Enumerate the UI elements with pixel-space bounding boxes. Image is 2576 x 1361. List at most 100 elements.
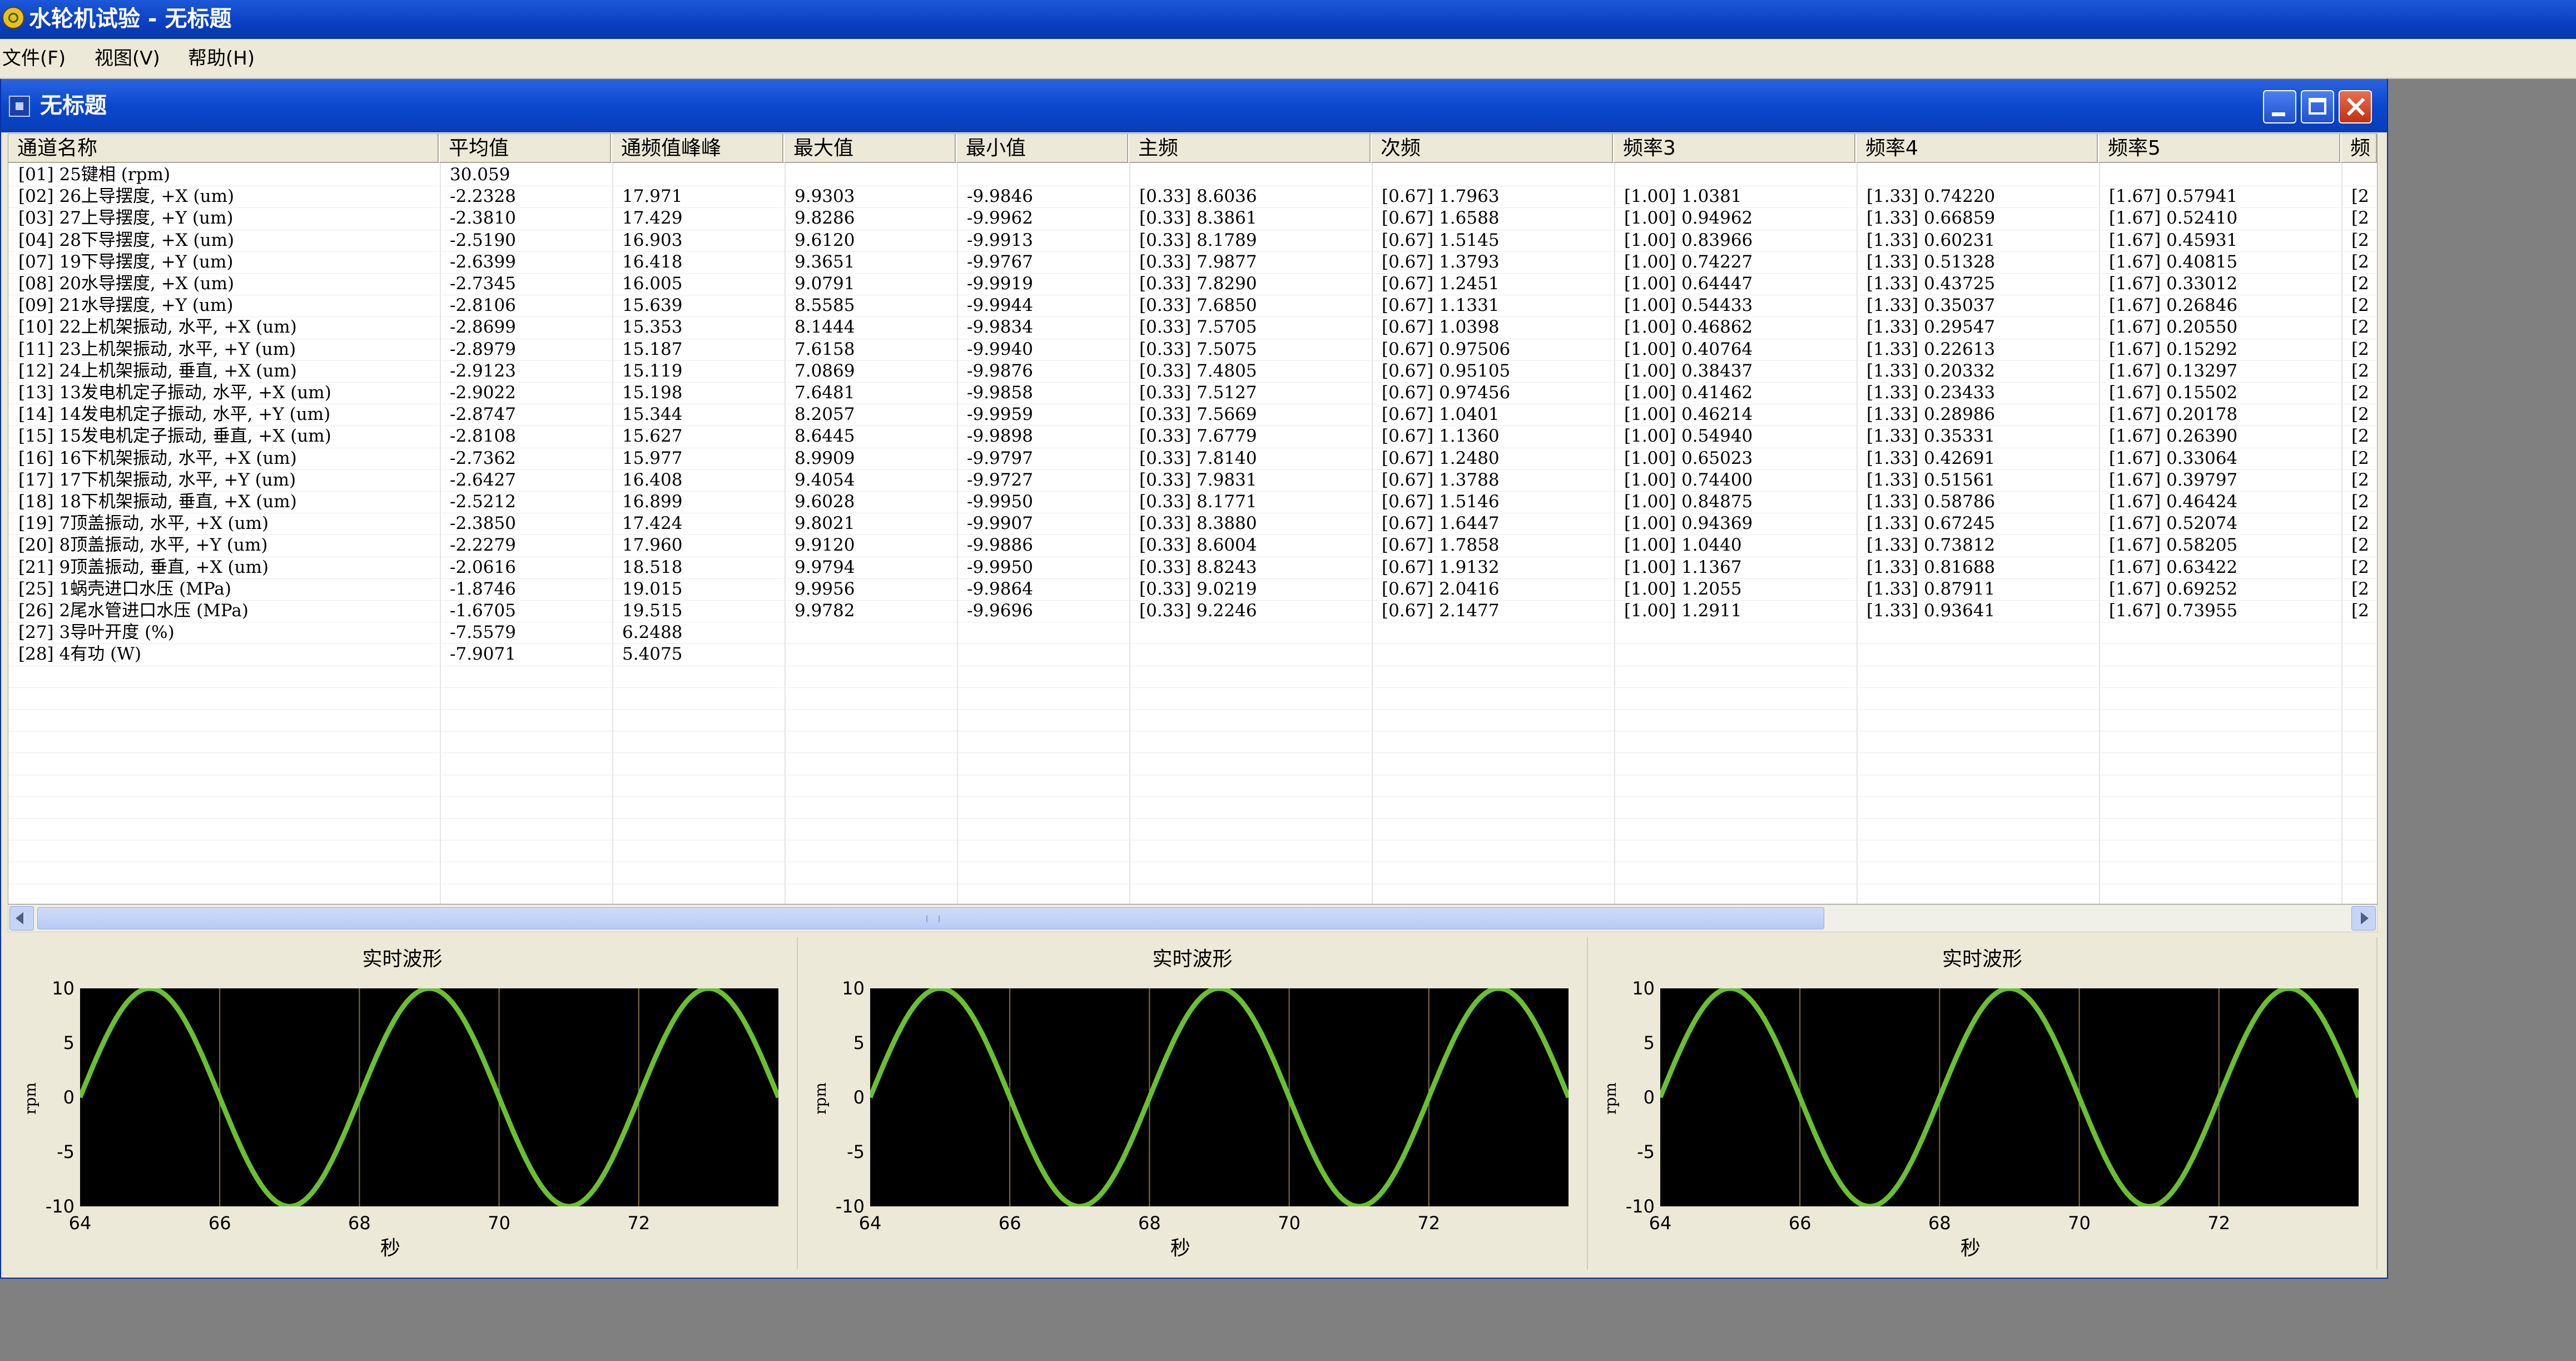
chart-title: 实时波形 [362,948,443,971]
table-row[interactable]: [26] 2尾水管进口水压 (MPa) -1.6705 19.515 9.9782 -9… [8,600,2377,622]
cell-maximum: 9.8021 [795,513,855,534]
x-tick-label: 68 [1928,1212,1951,1234]
cell-freq-4: [1.33] 0.35331 [1867,426,1996,447]
column-header-main-freq[interactable]: 主频 [1129,134,1372,163]
channel-data-table[interactable]: 通道名称 平均值 通频值峰峰 最大值 最小值 主频 次频 频率3 频率4 频率5 频 [01] 25键… [8,133,2378,904]
cell-minimum: -9.9864 [967,578,1033,599]
table-row[interactable]: [28] 4有功 (W) -7.9071 5.4075 [8,644,2377,665]
column-header-freq-6[interactable]: 频 [2341,134,2377,163]
menu-bar: 文件(F) 视图(V) 帮助(H) [0,39,2576,79]
cell-average: -2.8979 [450,339,516,359]
cell-freq-3: [1.00] 0.40764 [1624,339,1753,359]
table-row[interactable]: [19] 7顶盖振动, 水平, +X (um) -2.3850 17.424 9.80… [8,513,2377,534]
table-row[interactable]: [10] 22上机架振动, 水平, +X (um) -2.8699 15.353 8.… [8,316,2377,338]
column-header-second-freq[interactable]: 次频 [1372,134,1614,163]
x-tick-label: 72 [2207,1212,2231,1234]
column-header-average[interactable]: 平均值 [440,134,612,163]
cell-freq-4: [1.33] 0.87911 [1867,578,1996,599]
row-divider [8,709,2377,710]
close-button[interactable] [2339,90,2372,123]
column-header-freq-5[interactable]: 频率5 [2099,134,2341,163]
cell-maximum: 9.6028 [795,492,855,512]
x-tick-label: 70 [2068,1212,2091,1234]
chart-title: 实时波形 [1942,948,2022,971]
table-row[interactable]: [12] 24上机架振动, 垂直, +X (um) -2.9123 15.119 7.… [8,360,2377,382]
column-header-freq-4[interactable]: 频率4 [1857,134,2099,163]
horizontal-scrollbar[interactable] [8,904,2378,932]
cell-main-freq: [0.33] 7.9877 [1139,251,1257,272]
cell-peak-to-peak: 16.418 [622,251,683,272]
table-row[interactable]: [07] 19下导摆度, +Y (um) -2.6399 16.418 9.3651 -… [8,251,2377,273]
table-row[interactable]: [08] 20水导摆度, +X (um) -2.7345 16.005 9.0791 -… [8,273,2377,295]
waveform-chart [1660,988,2359,1206]
table-row[interactable]: [14] 14发电机定子振动, 水平, +Y (um) -2.8747 15.344… [8,404,2377,425]
cell-average: -2.8699 [450,317,516,338]
cell-maximum [795,164,956,186]
table-row[interactable]: [21] 9顶盖振动, 垂直, +X (um) -2.0616 18.518 9.97… [8,557,2377,578]
maximize-button[interactable] [2301,90,2334,123]
cell-main-freq: [0.33] 7.8140 [1139,448,1257,468]
cell-peak-to-peak: 17.971 [622,186,683,207]
table-row[interactable]: [04] 28下导摆度, +X (um) -2.5190 16.903 9.6120 -… [8,230,2377,251]
cell-freq-4: [1.33] 0.51328 [1867,251,1996,272]
cell-freq-4: [1.33] 0.43725 [1867,274,1996,294]
table-row[interactable]: [20] 8顶盖振动, 水平, +Y (um) -2.2279 17.960 9.91… [8,534,2377,556]
cell-peak-to-peak: 15.119 [622,360,683,381]
cell-freq-5: [1.67] 0.52410 [2109,208,2238,229]
cell-freq-6: [2 [2351,274,2369,294]
cell-average: -1.8746 [450,578,516,599]
column-header-maximum[interactable]: 最大值 [785,134,957,163]
table-row[interactable]: [09] 21水导摆度, +Y (um) -2.8106 15.639 8.5585 -… [8,295,2377,316]
column-header-freq-3[interactable]: 频率3 [1614,134,1857,163]
cell-peak-to-peak: 6.2488 [622,622,683,643]
table-row[interactable]: [01] 25键相 (rpm) 30.059 [8,164,2377,186]
waveform-plot [1660,988,2359,1206]
y-tick-label: -5 [847,1141,865,1162]
cell-second-freq: [0.67] 0.97456 [1382,383,1511,403]
app-titlebar[interactable]: 水轮机试验 - 无标题 [0,0,2576,39]
table-row[interactable]: [17] 17下机架振动, 水平, +Y (um) -2.6427 16.408 9.… [8,469,2377,491]
scroll-right-button[interactable] [2351,906,2376,931]
cell-freq-6: [2 [2351,601,2369,621]
table-row[interactable]: [27] 3导叶开度 (%) -7.5579 6.2488 [8,622,2377,644]
x-tick-label: 64 [1649,1212,1672,1234]
cell-freq-5 [2109,622,2340,644]
cell-freq-4: [1.33] 0.42691 [1867,448,1996,468]
document-icon [9,96,30,117]
menu-view[interactable]: 视图(V) [95,39,160,78]
table-row[interactable]: [15] 15发电机定子振动, 垂直, +X (um) -2.8108 15.627… [8,425,2377,447]
cell-channel-name: [26] 2尾水管进口水压 (MPa) [18,601,249,621]
table-row[interactable]: [18] 18下机架振动, 垂直, +X (um) -2.5212 16.899 9.… [8,491,2377,513]
table-row[interactable]: [03] 27上导摆度, +Y (um) -2.3810 17.429 9.8286 -… [8,207,2377,229]
cell-average: -7.9071 [450,644,516,665]
column-header-peak-to-peak[interactable]: 通频值峰峰 [612,134,785,163]
minimize-button[interactable] [2263,90,2296,123]
cell-freq-4: [1.33] 0.51561 [1867,469,1996,490]
cell-second-freq: [0.67] 1.6447 [1382,513,1500,534]
scroll-left-button[interactable] [9,906,34,931]
table-row[interactable]: [11] 23上机架振动, 水平, +Y (um) -2.8979 15.187 7.… [8,339,2377,360]
table-row[interactable]: [13] 13发电机定子振动, 水平, +X (um) -2.9022 15.198… [8,382,2377,404]
cell-freq-6: [2 [2351,230,2369,250]
cell-maximum: 9.0791 [795,274,855,294]
cell-freq-4: [1.33] 0.58786 [1867,492,1996,512]
cell-freq-5: [1.67] 0.13297 [2109,360,2238,381]
cell-freq-4: [1.33] 0.35037 [1867,295,1996,316]
table-row[interactable]: [02] 26上导摆度, +X (um) -2.2328 17.971 9.9303 -… [8,186,2377,207]
x-tick-label: 66 [998,1212,1021,1234]
cell-freq-3: [1.00] 0.94962 [1624,208,1753,229]
scroll-thumb[interactable] [37,907,1824,929]
table-row[interactable]: [16] 16下机架振动, 水平, +X (um) -2.7362 15.977 8.… [8,448,2377,469]
document-titlebar[interactable]: 无标题 [1,79,2387,132]
menu-file[interactable]: 文件(F) [2,39,66,78]
column-header-channel-name[interactable]: 通道名称 [8,134,440,163]
column-header-minimum[interactable]: 最小值 [957,134,1129,163]
cell-maximum: 9.8286 [795,208,855,229]
cell-freq-3 [1624,644,1855,665]
cell-average: -7.5579 [450,622,516,643]
cell-peak-to-peak: 5.4075 [622,644,683,665]
cell-maximum: 8.5585 [795,295,855,316]
menu-help[interactable]: 帮助(H) [188,39,255,78]
cell-peak-to-peak: 15.353 [622,317,683,338]
table-row[interactable]: [25] 1蜗壳进口水压 (MPa) -1.8746 19.015 9.9956 -9.… [8,578,2377,600]
